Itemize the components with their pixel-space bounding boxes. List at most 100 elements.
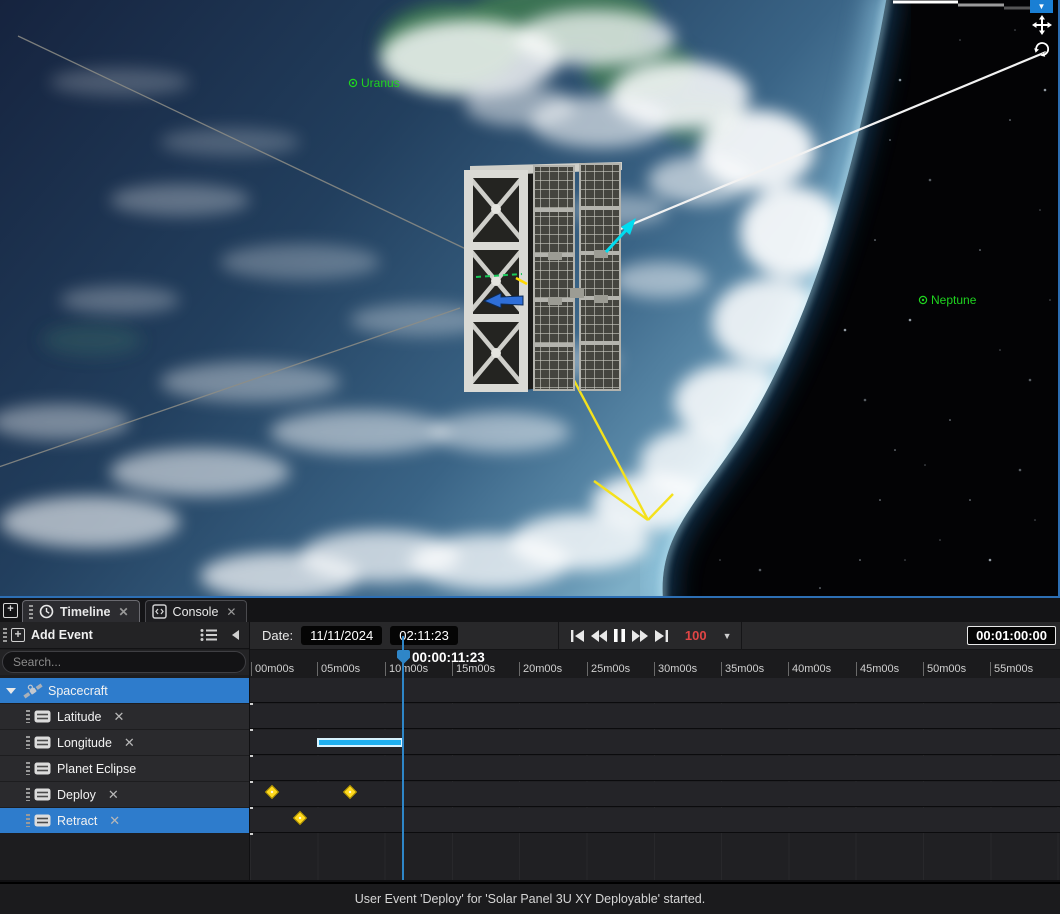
satellite-icon [22,683,44,699]
collapse-panel-icon[interactable] [232,630,239,640]
grid-row-planet-eclipse[interactable] [250,756,1060,781]
track-row-spacecraft[interactable]: Spacecraft [0,678,249,703]
track-label: Latitude [57,710,101,724]
event-card-icon [34,710,51,723]
playback-controls: 100 ▼ [571,628,732,643]
pause-icon [614,629,625,642]
tab-label: Timeline [60,605,110,619]
drag-handle-icon [26,788,30,801]
track-label: Deploy [57,788,96,802]
add-panel-button[interactable]: + [3,603,18,618]
ruler-tick: 25m00s [587,662,630,676]
panel-tab-bar: + Timeline ✕ Console ✕ [0,598,1060,622]
event-card-icon [34,762,51,775]
fast-forward-icon [632,630,648,642]
timeline-rows-area[interactable] [250,678,1060,880]
status-message: User Event 'Deploy' for 'Solar Panel 3U … [355,892,705,906]
date-label: Date: [262,628,293,643]
track-row-longitude[interactable]: Longitude ✕ [0,730,249,755]
speed-value[interactable]: 100 [685,628,707,643]
plus-icon: + [7,603,13,615]
spacecraft-model [464,162,636,392]
track-label: Spacecraft [48,684,108,698]
rotate-icon [1032,39,1052,59]
skip-start-icon [571,630,584,642]
ruler-tick: 00m00s [251,662,294,676]
close-icon[interactable]: ✕ [111,710,126,724]
camera-dropdown-button[interactable]: ▼ [1030,0,1053,13]
close-icon[interactable]: ✕ [116,605,130,619]
track-row-deploy[interactable]: Deploy ✕ [0,782,249,807]
event-card-icon [34,736,51,749]
date-field[interactable]: 11/11/2024 [301,626,382,645]
chevron-down-icon: ▼ [1038,2,1046,11]
expand-caret-icon[interactable] [6,688,16,694]
move-tool-button[interactable] [1031,14,1053,36]
track-label: Retract [57,814,97,828]
pause-button[interactable] [614,629,625,642]
close-icon[interactable]: ✕ [122,736,137,750]
ruler-tick: 35m00s [721,662,764,676]
status-bar: User Event 'Deploy' for 'Solar Panel 3U … [0,882,1060,914]
grid-row-deploy[interactable] [250,782,1060,807]
event-card-icon [34,788,51,801]
timeline-grid[interactable]: Date: 11/11/2024 02:11:23 [250,622,1060,880]
drag-handle-icon [26,814,30,827]
longitude-event-bar[interactable] [317,738,403,747]
timeline-toolbar: Date: 11/11/2024 02:11:23 [250,622,1060,650]
time-ruler[interactable]: 00m00s 05m00s 10m00s 15m00s 20m00s 25m00… [250,650,1060,678]
skip-to-start-button[interactable] [571,630,584,642]
clock-icon [39,604,54,619]
ruler-tick: 40m00s [788,662,831,676]
close-icon[interactable]: ✕ [106,788,121,802]
track-row-retract[interactable]: Retract ✕ [0,808,249,833]
add-event-button[interactable]: + [11,628,25,642]
duration-field[interactable]: 00:01:00:00 [967,626,1056,645]
drag-handle-icon [3,628,7,642]
skip-end-icon [655,630,668,642]
ruler-tick: 50m00s [923,662,966,676]
plus-icon: + [14,627,21,641]
search-row [0,650,249,675]
track-row-planet-eclipse[interactable]: Planet Eclipse [0,756,249,781]
drag-handle-icon [26,762,30,775]
time-field[interactable]: 02:11:23 [390,626,458,645]
speed-dropdown-caret-icon[interactable]: ▼ [723,631,732,641]
grid-row-latitude[interactable] [250,704,1060,729]
grid-row-spacecraft[interactable] [250,678,1060,703]
application-window: Uranus Neptune ▼ [0,0,1060,914]
view-list-icon[interactable] [200,628,218,642]
rotate-tool-button[interactable] [1031,38,1053,60]
ruler-tick: 30m00s [654,662,697,676]
search-input[interactable] [2,651,246,673]
close-icon[interactable]: ✕ [224,605,238,619]
event-card-icon [34,814,51,827]
drag-handle-icon [26,736,30,749]
3d-viewport[interactable]: Uranus Neptune ▼ [0,0,1060,598]
move-icon [1032,15,1052,35]
close-icon[interactable]: ✕ [107,814,122,828]
track-list: Spacecraft Latitude ✕ Longit [0,678,249,834]
rewind-button[interactable] [591,630,607,642]
grid-row-retract[interactable] [250,808,1060,833]
console-icon [152,604,167,619]
ruler-tick: 05m00s [317,662,360,676]
ruler-tick: 45m00s [856,662,899,676]
rewind-icon [591,630,607,642]
ruler-tick: 55m00s [990,662,1033,676]
track-label: Longitude [57,736,112,750]
playhead-time-label: 00:00:11:23 [412,650,485,665]
tab-timeline[interactable]: Timeline ✕ [22,600,140,622]
add-event-row: + Add Event [0,622,249,649]
tab-label: Console [173,605,219,619]
playhead-line[interactable] [402,636,404,880]
track-row-latitude[interactable]: Latitude ✕ [0,704,249,729]
skip-to-end-button[interactable] [655,630,668,642]
fast-forward-button[interactable] [632,630,648,642]
toolbar-divider [741,622,742,650]
drag-handle-icon [29,605,33,619]
drag-handle-icon [26,710,30,723]
add-event-label[interactable]: Add Event [31,628,93,642]
tab-console[interactable]: Console ✕ [145,600,248,622]
track-label: Planet Eclipse [57,762,136,776]
